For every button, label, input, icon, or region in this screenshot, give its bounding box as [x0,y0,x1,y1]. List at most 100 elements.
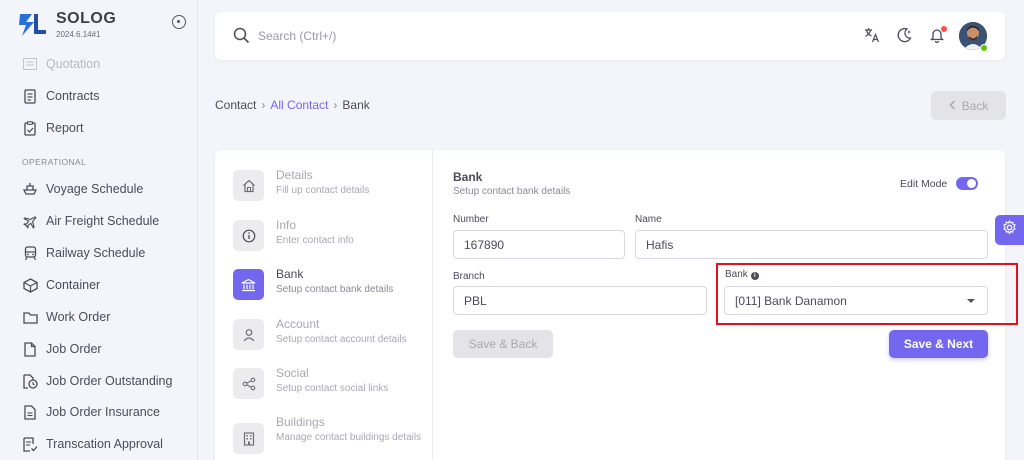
home-icon [233,170,264,201]
edit-mode-toggle[interactable] [956,177,978,190]
branch-field[interactable]: PBL [453,286,707,315]
step-subtitle: Setup contact bank details [276,284,394,295]
user-icon [233,319,264,350]
plane-icon [22,213,38,229]
sidebar-item-label: Container [46,278,101,292]
name-label: Name [635,214,662,225]
stepper: Details Fill up contact details Info Ent… [215,150,433,460]
form-title: Bank [453,170,483,184]
sidebar-collapse-button[interactable] [172,15,186,29]
file-text-icon [22,404,38,420]
sidebar-item-container[interactable]: Container [22,273,192,297]
sidebar: SOLOG 2024.6.14#1 Quotation Contracts Re… [0,0,198,460]
notification-badge [941,26,947,32]
ship-icon [22,181,38,197]
sidebar-item-quotation[interactable]: Quotation [22,52,192,76]
building-icon [233,423,264,454]
step-subtitle: Setup contact social links [276,383,389,394]
sidebar-item-label: Job Order [46,342,102,356]
sidebar-item-label: Transcation Approval [46,437,163,451]
train-icon [22,245,38,261]
sidebar-item-job-order[interactable]: Job Order [22,337,192,361]
step-subtitle: Setup contact account details [276,334,407,345]
step-buildings[interactable]: Buildings Manage contact buildings detai… [233,415,428,460]
breadcrumb-separator: › [261,98,266,112]
number-label: Number [453,214,489,225]
search-icon[interactable] [233,27,250,49]
save-back-button[interactable]: Save & Back [453,330,553,358]
folder-icon [22,309,38,325]
file-clock-icon [22,373,38,389]
share-icon [233,368,264,399]
step-title: Details [276,168,313,182]
form-subtitle: Setup contact bank details [453,186,571,197]
info-icon [233,220,264,251]
edit-mode-label: Edit Mode [900,178,948,190]
search-input[interactable]: Search (Ctrl+/) [258,29,336,43]
chevron-left-icon [949,99,956,113]
step-title: Bank [276,267,304,281]
save-next-button[interactable]: Save & Next [889,330,988,358]
back-button[interactable]: Back [931,91,1006,120]
breadcrumb-separator: › [333,98,338,112]
brand[interactable]: SOLOG 2024.6.14#1 [16,8,191,42]
save-next-label: Save & Next [903,337,974,351]
back-button-label: Back [961,98,989,113]
container-icon [22,277,38,293]
breadcrumb-root[interactable]: Contact [215,98,256,112]
sidebar-item-job-order-insurance[interactable]: Job Order Insurance [22,400,192,424]
sidebar-item-label: Voyage Schedule [46,182,144,196]
step-title: Buildings [276,415,325,429]
translate-icon[interactable] [863,26,881,44]
branch-label: Branch [453,271,485,282]
bank-icon [233,269,264,300]
number-value: 167890 [464,237,505,252]
step-subtitle: Fill up contact details [276,185,370,196]
step-subtitle: Manage contact buildings details [276,432,422,443]
sidebar-item-label: Railway Schedule [46,246,146,260]
step-title: Info [276,218,297,232]
step-title: Social [276,366,309,380]
sidebar-item-air-freight-schedule[interactable]: Air Freight Schedule [22,209,192,233]
branch-value: PBL [464,293,487,308]
sidebar-item-work-order[interactable]: Work Order [22,305,192,329]
sidebar-item-label: Quotation [46,57,101,71]
sidebar-item-label: Report [46,121,84,135]
file-check-icon [22,436,38,452]
breadcrumb: Contact › All Contact › Bank [215,98,370,112]
sidebar-item-railway-schedule[interactable]: Railway Schedule [22,241,192,265]
sidebar-item-voyage-schedule[interactable]: Voyage Schedule [22,177,192,201]
sidebar-section-label: OPERATIONAL [22,157,87,167]
sidebar-item-label: Job Order Insurance [46,405,160,419]
step-info[interactable]: Info Enter contact info [233,218,428,258]
quotation-icon [22,56,38,72]
step-account[interactable]: Account Setup contact account details [233,317,428,357]
gear-icon [1002,219,1017,240]
step-social[interactable]: Social Setup contact social links [233,366,428,406]
number-field[interactable]: 167890 [453,230,625,259]
brand-name: SOLOG [56,10,117,27]
solog-logo-icon [19,14,46,36]
step-subtitle: Enter contact info [276,235,354,246]
sidebar-item-label: Air Freight Schedule [46,214,160,228]
name-field[interactable]: Hafis [635,230,988,259]
breadcrumb-current: Bank [342,98,370,112]
highlight-box [716,263,1018,325]
sidebar-item-transcation-approval[interactable]: Transcation Approval [22,432,192,456]
top-search-bar: Search (Ctrl+/) [215,12,1005,60]
sidebar-item-contracts[interactable]: Contracts [22,84,192,108]
step-bank[interactable]: Bank Setup contact bank details [233,267,428,307]
breadcrumb-parent-link[interactable]: All Contact [270,98,328,112]
step-title: Account [276,317,320,331]
sidebar-item-job-order-outstanding[interactable]: Job Order Outstanding [22,369,192,393]
moon-icon[interactable] [895,26,913,44]
name-value: Hafis [646,237,674,252]
contract-icon [22,88,38,104]
settings-button[interactable] [995,215,1024,245]
online-status-dot [980,44,988,52]
file-icon [22,341,38,357]
sidebar-item-label: Work Order [46,310,111,324]
step-details[interactable]: Details Fill up contact details [233,168,428,208]
brand-version: 2024.6.14#1 [56,30,101,39]
sidebar-item-report[interactable]: Report [22,116,192,140]
